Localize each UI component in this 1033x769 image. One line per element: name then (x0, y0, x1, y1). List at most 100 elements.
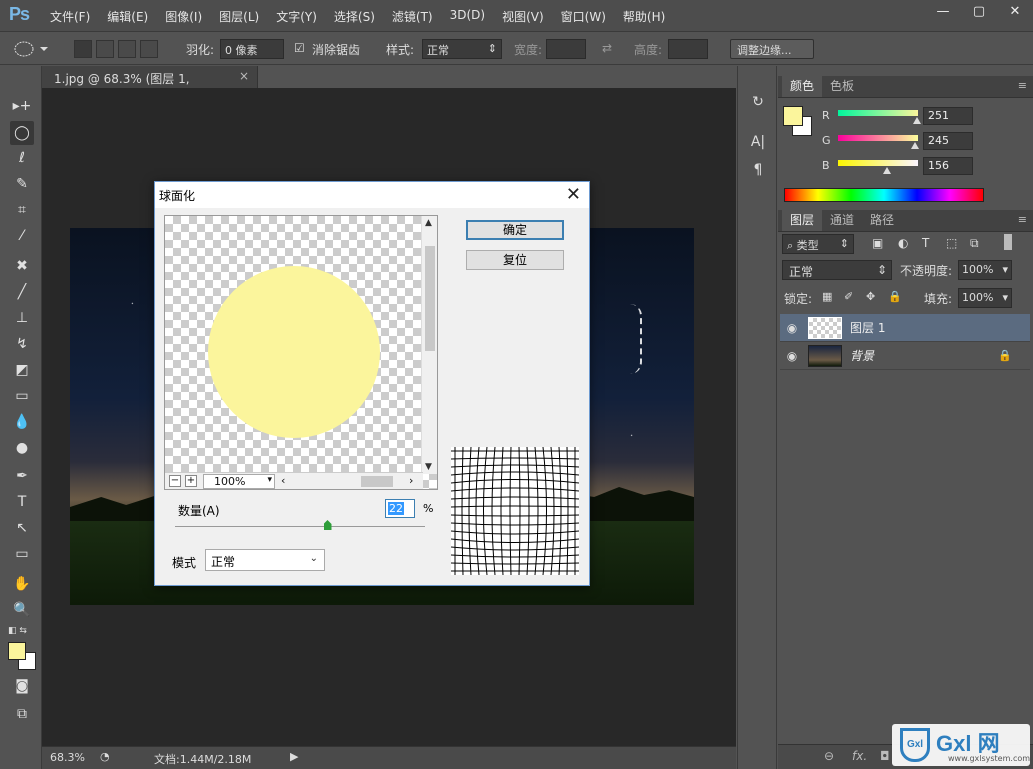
b-value[interactable]: 156 (923, 157, 973, 175)
gradient-tool-icon[interactable]: ▭ (10, 384, 34, 408)
type-tool-icon[interactable]: T (10, 490, 34, 514)
visibility-eye-icon[interactable]: ◉ (780, 321, 804, 335)
add-mask-icon[interactable]: ◘ (880, 749, 890, 763)
layer-row-layer1[interactable]: ◉ 图层 1 (780, 314, 1030, 342)
lasso-tool-icon[interactable]: ℓ (10, 146, 34, 170)
r-slider-thumb[interactable] (912, 117, 921, 124)
add-selection-button[interactable] (96, 40, 114, 58)
reset-button[interactable]: 复位 (466, 250, 564, 270)
menu-file[interactable]: 文件(F) (50, 8, 90, 25)
lock-paint-icon[interactable]: ✐ (844, 290, 853, 303)
path-select-tool-icon[interactable]: ↖ (10, 516, 34, 540)
zoom-tool-icon[interactable]: 🔍 (10, 598, 34, 622)
intersect-selection-button[interactable] (140, 40, 158, 58)
quick-select-tool-icon[interactable]: ✎ (10, 172, 34, 196)
width-input[interactable] (546, 39, 586, 59)
scroll-right-icon[interactable]: › (409, 474, 413, 487)
blend-mode-select[interactable]: 正常 ⇕ (782, 260, 892, 280)
hand-tool-icon[interactable]: ✋ (10, 572, 34, 596)
amount-slider-track[interactable] (175, 526, 425, 527)
layer-name[interactable]: 图层 1 (850, 319, 885, 336)
menu-edit[interactable]: 编辑(E) (107, 8, 148, 25)
menu-help[interactable]: 帮助(H) (623, 8, 665, 25)
amount-input[interactable]: 22 (385, 499, 415, 518)
menu-filter[interactable]: 滤镜(T) (392, 8, 433, 25)
filter-type-icon[interactable]: T (922, 236, 929, 250)
eraser-tool-icon[interactable]: ◩ (10, 358, 34, 382)
paragraph-panel-icon[interactable]: ¶ (749, 162, 767, 180)
dialog-close-icon[interactable]: ✕ (566, 184, 581, 205)
history-brush-tool-icon[interactable]: ↯ (10, 332, 34, 356)
zoom-out-button[interactable]: − (169, 475, 181, 487)
menu-type[interactable]: 文字(Y) (276, 8, 317, 25)
tool-preset-picker[interactable] (8, 39, 52, 59)
character-panel-icon[interactable]: A| (749, 134, 767, 152)
healing-brush-tool-icon[interactable]: ✖ (10, 254, 34, 278)
menu-3d[interactable]: 3D(D) (450, 8, 485, 25)
menu-image[interactable]: 图像(I) (165, 8, 202, 25)
close-window-button[interactable]: ✕ (997, 0, 1033, 22)
status-menu-arrow-icon[interactable]: ▶ (290, 750, 298, 763)
lock-position-icon[interactable]: ✥ (866, 290, 875, 303)
hscroll-thumb[interactable] (361, 476, 393, 487)
filter-kind-select[interactable]: ⌕ 类型 ⇕ (782, 234, 854, 254)
antialias-checkbox[interactable]: ☑ (294, 41, 305, 55)
fx-icon[interactable]: fx. (852, 749, 867, 763)
elliptical-marquee-tool-icon[interactable]: ◯ (10, 121, 34, 145)
document-tab[interactable]: 1.jpg @ 68.3% (图层 1, RGB/8#) * × (42, 66, 258, 101)
filter-toggle[interactable] (1004, 234, 1012, 250)
menu-window[interactable]: 窗口(W) (561, 8, 606, 25)
tab-color[interactable]: 颜色 (782, 74, 823, 97)
subtract-selection-button[interactable] (118, 40, 136, 58)
mode-select[interactable]: 正常 ⌄ (205, 549, 325, 571)
tab-paths[interactable]: 路径 (862, 208, 902, 231)
filter-shape-icon[interactable]: ⬚ (946, 236, 957, 250)
visibility-eye-icon[interactable]: ◉ (780, 349, 804, 363)
new-selection-button[interactable] (74, 40, 92, 58)
tab-layers[interactable]: 图层 (782, 208, 823, 231)
blur-tool-icon[interactable]: 💧 (10, 410, 34, 434)
default-colors-icon[interactable]: ◧ ⇆ (8, 626, 27, 636)
tab-swatches[interactable]: 色板 (822, 74, 862, 97)
refine-edge-button[interactable]: 调整边缘... (730, 39, 814, 59)
filter-preview[interactable]: ▲ ▼ − + 100% ▾ ‹ › (164, 215, 438, 490)
preview-vscrollbar[interactable]: ▲ ▼ (421, 216, 437, 474)
brush-tool-icon[interactable]: ╱ (10, 280, 34, 304)
layers-menu-icon[interactable]: ≡ (1018, 213, 1027, 226)
scroll-up-icon[interactable]: ▲ (425, 218, 432, 228)
screen-mode-icon[interactable]: ⧉ (10, 702, 34, 726)
tab-channels[interactable]: 通道 (822, 208, 862, 231)
shape-tool-icon[interactable]: ▭ (10, 542, 34, 566)
layer-row-background[interactable]: ◉ 背景 🔒 (780, 342, 1030, 370)
pen-tool-icon[interactable]: ✒ (10, 464, 34, 488)
menu-layer[interactable]: 图层(L) (219, 8, 259, 25)
minimize-button[interactable]: — (925, 0, 961, 22)
preview-zoom-select[interactable]: 100% ▾ (203, 474, 275, 489)
dodge-tool-icon[interactable]: ● (10, 436, 34, 460)
lock-transparent-icon[interactable]: ▦ (822, 290, 832, 303)
b-slider[interactable] (838, 160, 918, 166)
lock-all-icon[interactable]: 🔒 (888, 290, 902, 303)
g-slider-thumb[interactable] (910, 142, 919, 149)
history-panel-icon[interactable]: ↻ (749, 94, 767, 112)
zoom-level[interactable]: 68.3% (50, 751, 85, 764)
clone-stamp-tool-icon[interactable]: ⊥ (10, 306, 34, 330)
style-select[interactable]: 正常 ⇕ (422, 39, 502, 59)
color-spectrum[interactable] (784, 188, 984, 202)
fill-input[interactable]: 100% ▾ (958, 288, 1012, 308)
close-tab-icon[interactable]: × (239, 69, 249, 83)
link-layers-icon[interactable]: ⊖ (824, 749, 834, 763)
scroll-down-icon[interactable]: ▼ (425, 462, 432, 472)
feather-input[interactable]: 0 像素 (220, 39, 284, 59)
restore-button[interactable]: ▢ (961, 0, 997, 22)
dropdown-arrow-icon[interactable]: ▾ (1002, 263, 1008, 276)
menu-view[interactable]: 视图(V) (502, 8, 544, 25)
quick-mask-icon[interactable]: ◙ (10, 674, 34, 698)
filter-pixel-icon[interactable]: ▣ (872, 236, 883, 250)
layer-name[interactable]: 背景 (850, 347, 874, 364)
dropdown-arrow-icon[interactable]: ▾ (1002, 291, 1008, 304)
r-slider[interactable] (838, 110, 918, 116)
move-tool-icon[interactable]: ▸+ (10, 94, 34, 118)
eyedropper-tool-icon[interactable]: ⁄ (10, 224, 34, 248)
height-input[interactable] (668, 39, 708, 59)
